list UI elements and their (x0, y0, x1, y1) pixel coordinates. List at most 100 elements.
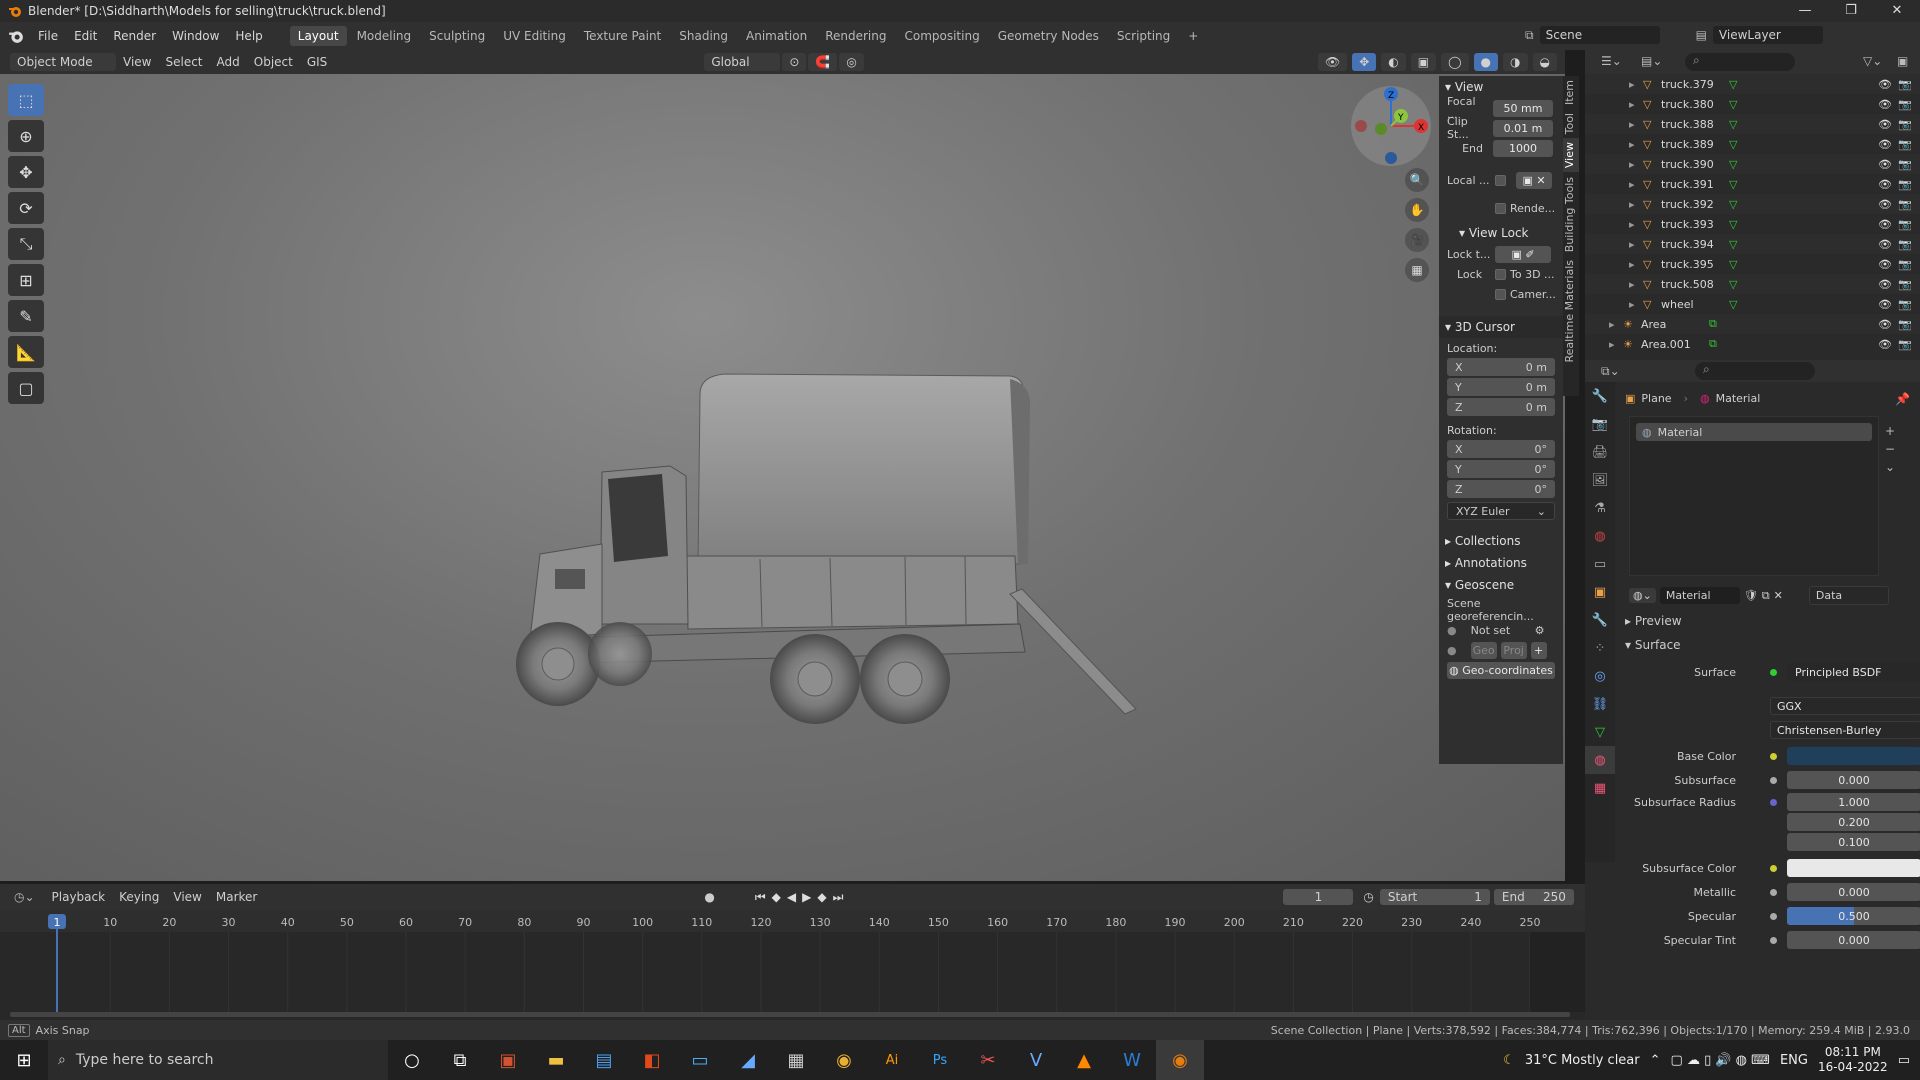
socket-dot[interactable] (1770, 798, 1777, 806)
clip-start-field[interactable]: 0.01 m (1493, 119, 1553, 137)
eye-icon[interactable]: 👁 (1878, 158, 1892, 171)
base-color-swatch[interactable] (1787, 747, 1920, 765)
weather-text[interactable]: 31°C Mostly clear (1525, 1053, 1640, 1068)
subsurface-radius-z[interactable]: 0.100 (1787, 833, 1920, 851)
material-name-field[interactable]: Material (1659, 587, 1740, 604)
ortho-grid-icon[interactable]: ▦ (1405, 258, 1429, 282)
outliner-row[interactable]: ▸ ▽ truck.380 ▽ 👁 📷 (1585, 94, 1920, 114)
word-icon[interactable]: W (1108, 1040, 1156, 1080)
camera-render-icon[interactable]: 📷 (1898, 118, 1912, 131)
mode-selector[interactable]: Object Mode (10, 53, 116, 71)
tab-realtime-materials[interactable]: Realtime Materials (1563, 256, 1579, 366)
transform-orientation[interactable]: Global (704, 53, 781, 71)
tab-item[interactable]: Item (1563, 76, 1579, 109)
expand-arrow-icon[interactable]: ▸ (1629, 278, 1635, 291)
transform-icon[interactable]: ⊞ (8, 264, 44, 296)
socket-dot[interactable] (1770, 864, 1777, 872)
view-menu[interactable]: View (116, 53, 158, 71)
camera-render-icon[interactable]: 📷 (1898, 138, 1912, 151)
eye-icon[interactable]: 👁 (1878, 98, 1892, 111)
fake-user-icon[interactable]: 🛡 (1744, 589, 1758, 602)
clock[interactable]: 08:11 PM 16-04-2022 (1818, 1045, 1888, 1075)
material-slot-list[interactable]: ◍ Material (1629, 416, 1879, 576)
scene-props-icon[interactable]: ⚗ (1585, 494, 1615, 522)
tab-layout[interactable]: Layout (289, 26, 347, 46)
camera-render-icon[interactable]: 📷 (1898, 298, 1912, 311)
outliner-row[interactable]: ▸ ☀ Area ⧉ 👁 📷 (1585, 314, 1920, 334)
screen-app-icon[interactable]: ▭ (676, 1040, 724, 1080)
task-view-icon[interactable]: ⧉ (436, 1040, 484, 1080)
cortana-icon[interactable]: ○ (388, 1040, 436, 1080)
surface-shader-field[interactable]: Principled BSDF (1787, 663, 1920, 681)
expand-arrow-icon[interactable]: ▸ (1629, 78, 1635, 91)
notification-icon[interactable]: ▭ (1898, 1053, 1910, 1068)
tab-view[interactable]: View (1563, 138, 1579, 173)
blender-menu-icon[interactable] (8, 28, 24, 44)
gis-menu[interactable]: GIS (300, 53, 334, 71)
camera-render-icon[interactable]: 📷 (1898, 158, 1912, 171)
cursor-rotation-x[interactable]: X 0° (1447, 440, 1555, 458)
lock-camera-checkbox[interactable] (1495, 288, 1506, 300)
collections-header[interactable]: ▸ Collections (1439, 530, 1563, 552)
camera-render-icon[interactable]: 📷 (1898, 218, 1912, 231)
add-icon[interactable]: + (1530, 641, 1547, 659)
menu-edit[interactable]: Edit (66, 29, 105, 43)
camera-render-icon[interactable]: 📷 (1898, 318, 1912, 331)
pin-icon[interactable]: 📌 (1895, 392, 1910, 406)
distribution-dropdown[interactable]: GGX (1770, 697, 1920, 715)
move-icon[interactable]: ✥ (8, 156, 44, 188)
properties-search-input[interactable]: ⌕ (1695, 362, 1815, 380)
jump-end-icon[interactable]: ⏭ (833, 890, 844, 905)
material-shading-icon[interactable]: ◑ (1503, 53, 1528, 71)
lock-to-3d-cursor-checkbox[interactable] (1495, 268, 1506, 280)
expand-arrow-icon[interactable]: ▸ (1629, 218, 1635, 231)
outliner-row[interactable]: ▸ ▽ truck.508 ▽ 👁 📷 (1585, 274, 1920, 294)
outliner-row[interactable]: ▸ ▽ truck.390 ▽ 👁 📷 (1585, 154, 1920, 174)
zoom-icon[interactable]: 🔍 (1405, 168, 1429, 192)
next-keyframe-icon[interactable]: ◆ (817, 890, 826, 904)
illustrator-icon[interactable]: Ai (868, 1040, 916, 1080)
socket-dot[interactable] (1770, 936, 1777, 944)
remove-slot-icon[interactable]: − (1885, 442, 1895, 456)
eye-icon[interactable]: 👁 (1878, 278, 1892, 291)
socket-dot[interactable] (1770, 752, 1777, 760)
eye-icon[interactable]: 👁 (1878, 338, 1892, 351)
object-props-icon[interactable]: ▣ (1585, 578, 1615, 606)
pan-hand-icon[interactable]: ✋ (1405, 198, 1429, 222)
store-icon[interactable]: ▤ (580, 1040, 628, 1080)
eye-icon[interactable]: 👁 (1878, 198, 1892, 211)
eye-icon[interactable]: 👁 (1878, 78, 1892, 91)
clock-icon[interactable]: ◷ (1363, 890, 1373, 904)
tab-texture-paint[interactable]: Texture Paint (576, 26, 669, 46)
cursor-rotation-z[interactable]: Z 0° (1447, 480, 1555, 498)
proportional-icon[interactable]: ◎ (839, 53, 864, 71)
navigation-gizmo[interactable]: Z X Y (1351, 86, 1431, 166)
lock-to-object-field[interactable]: ▣ ✐ (1495, 245, 1551, 263)
camera-render-icon[interactable]: 📷 (1898, 258, 1912, 271)
tool-props-icon[interactable]: 🔧 (1585, 382, 1615, 410)
language-indicator[interactable]: ENG (1780, 1053, 1808, 1068)
viewlayer-selector[interactable]: ViewLayer (1712, 26, 1823, 44)
local-camera-checkbox[interactable] (1495, 174, 1506, 186)
view-lock-header[interactable]: ▾ View Lock (1439, 222, 1563, 244)
editor-type-icon[interactable]: ☰⌄ (1601, 54, 1622, 68)
new-collection-icon[interactable]: ▣ (1897, 54, 1908, 68)
rotate-icon[interactable]: ⟳ (8, 192, 44, 224)
rendered-shading-icon[interactable]: ◒ (1532, 53, 1557, 71)
particles-props-icon[interactable]: ⁘ (1585, 634, 1615, 662)
annotate-icon[interactable]: ✎ (8, 300, 44, 332)
eye-icon[interactable]: 👁 (1878, 238, 1892, 251)
display-mode-icon[interactable]: ▤⌄ (1641, 54, 1662, 68)
camera-render-icon[interactable]: 📷 (1898, 198, 1912, 211)
solid-shading-icon[interactable]: ● (1473, 53, 1499, 71)
subsurface-field[interactable]: 0.000 (1787, 771, 1920, 789)
cursor-location-y[interactable]: Y 0 m (1447, 378, 1555, 396)
menu-window[interactable]: Window (164, 29, 227, 43)
surface-section-header[interactable]: ▾ Surface (1625, 638, 1681, 652)
data-props-icon[interactable]: ▽ (1585, 718, 1615, 746)
eye-icon[interactable]: 👁 (1878, 258, 1892, 271)
menu-render[interactable]: Render (105, 29, 164, 43)
play-icon[interactable]: ▶ (802, 890, 811, 904)
duplicate-icon[interactable]: ⧉ (1762, 589, 1770, 603)
weather-icon[interactable]: ☾ (1503, 1053, 1515, 1068)
